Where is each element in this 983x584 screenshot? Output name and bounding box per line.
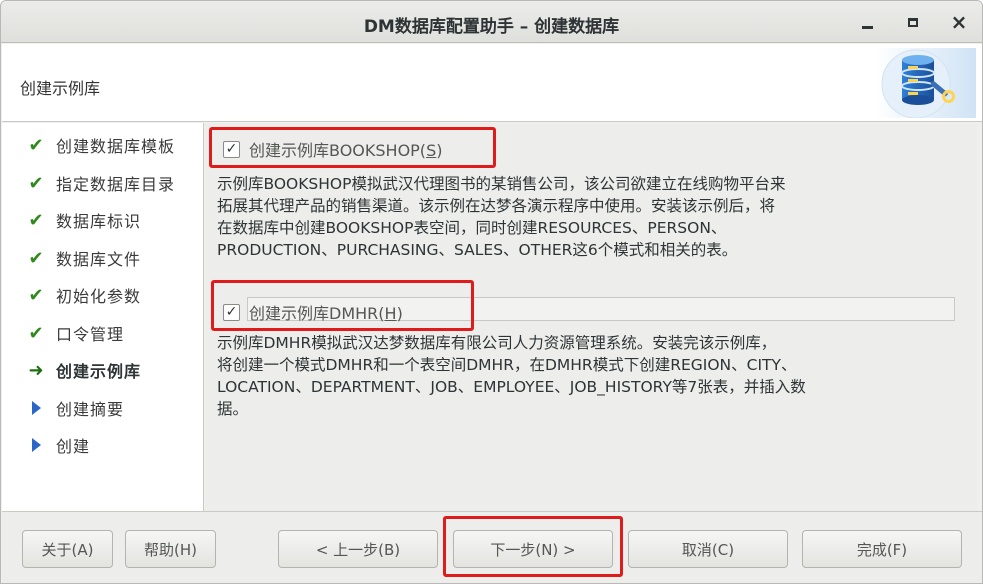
- step-summary: 创建摘要: [2, 393, 124, 423]
- checkmark-icon: ✓: [225, 304, 238, 320]
- step-label: 数据库标识: [56, 212, 142, 231]
- checkmark-icon: ✔: [28, 209, 44, 231]
- cancel-button[interactable]: 取消(C): [628, 530, 788, 568]
- wizard-steps: ✔ 创建数据库模板 ✔ 指定数据库目录 ✔ 数据库标识 ✔ 数据库文件 ✔ 初始…: [2, 123, 204, 511]
- about-button[interactable]: 关于(A): [22, 530, 113, 568]
- database-wrench-icon: [876, 48, 976, 118]
- step-label: 口令管理: [56, 325, 125, 344]
- step-db-files: ✔ 数据库文件: [2, 243, 141, 273]
- maximize-button[interactable]: [901, 10, 925, 34]
- step-label: 创建: [56, 437, 91, 456]
- step-sample-db: ➜ 创建示例库: [2, 355, 141, 385]
- checkmark-icon: ✔: [28, 247, 44, 269]
- arrow-right-icon: ➜: [28, 359, 44, 381]
- sample-db-panel: ✓ 创建示例库BOOKSHOP(S) 示例库BOOKSHOP模拟武汉代理图书的某…: [205, 123, 977, 511]
- help-button[interactable]: 帮助(H): [125, 530, 216, 568]
- step-db-identity: ✔ 数据库标识: [2, 205, 141, 235]
- next-button[interactable]: 下一步(N) >: [453, 530, 613, 568]
- checkmark-icon: ✔: [28, 172, 44, 194]
- triangle-right-icon: [26, 438, 46, 452]
- step-create-template: ✔ 创建数据库模板: [2, 130, 175, 160]
- step-init-params: ✔ 初始化参数: [2, 280, 141, 310]
- dmhr-option[interactable]: ✓ 创建示例库DMHR(H): [223, 300, 403, 324]
- step-label: 指定数据库目录: [56, 175, 176, 194]
- step-label: 数据库文件: [56, 250, 142, 269]
- prev-button[interactable]: < 上一步(B): [278, 530, 438, 568]
- button-bar: 关于(A) 帮助(H) < 上一步(B) 下一步(N) > 取消(C) 完成(F…: [2, 511, 982, 583]
- close-icon: ×: [950, 10, 968, 34]
- checkmark-icon: ✔: [28, 284, 44, 306]
- minimize-icon: [861, 25, 873, 29]
- dmhr-description: 示例库DMHR模拟武汉达梦数据库有限公司人力资源管理系统。安装完该示例库， 将创…: [217, 334, 806, 418]
- step-label: 创建摘要: [56, 400, 125, 419]
- step-label: 初始化参数: [56, 287, 142, 306]
- bookshop-label[interactable]: 创建示例库BOOKSHOP(S): [249, 137, 442, 161]
- step-create: 创建: [2, 430, 90, 460]
- step-db-directory: ✔ 指定数据库目录: [2, 168, 175, 198]
- triangle-right-icon: [26, 401, 46, 415]
- step-label: 创建示例库: [56, 362, 142, 381]
- dmhr-label[interactable]: 创建示例库DMHR(H): [249, 300, 403, 324]
- bookshop-checkbox[interactable]: ✓: [223, 140, 240, 158]
- config-assistant-window: DM数据库配置助手 – 创建数据库 × 创建示例库 ✔ 创建数据库模板 ✔ 指定…: [0, 0, 983, 584]
- checkmark-icon: ✔: [28, 134, 44, 156]
- bookshop-option[interactable]: ✓ 创建示例库BOOKSHOP(S): [223, 137, 442, 161]
- title-bar[interactable]: DM数据库配置助手 – 创建数据库 ×: [1, 1, 982, 43]
- step-password: ✔ 口令管理: [2, 318, 124, 348]
- close-button[interactable]: ×: [947, 10, 971, 34]
- minimize-button[interactable]: [855, 10, 879, 34]
- bookshop-description: 示例库BOOKSHOP模拟武汉代理图书的某销售公司，该公司欲建立在线购物平台来 …: [217, 175, 786, 259]
- dmhr-checkbox[interactable]: ✓: [223, 303, 240, 321]
- finish-button[interactable]: 完成(F): [802, 530, 962, 568]
- page-title: 创建示例库: [20, 79, 101, 98]
- step-label: 创建数据库模板: [56, 137, 176, 156]
- checkmark-icon: ✔: [28, 322, 44, 344]
- maximize-icon: [908, 17, 918, 27]
- checkmark-icon: ✓: [225, 141, 238, 157]
- page-header: 创建示例库: [2, 44, 982, 122]
- window-title: DM数据库配置助手 – 创建数据库: [363, 17, 620, 37]
